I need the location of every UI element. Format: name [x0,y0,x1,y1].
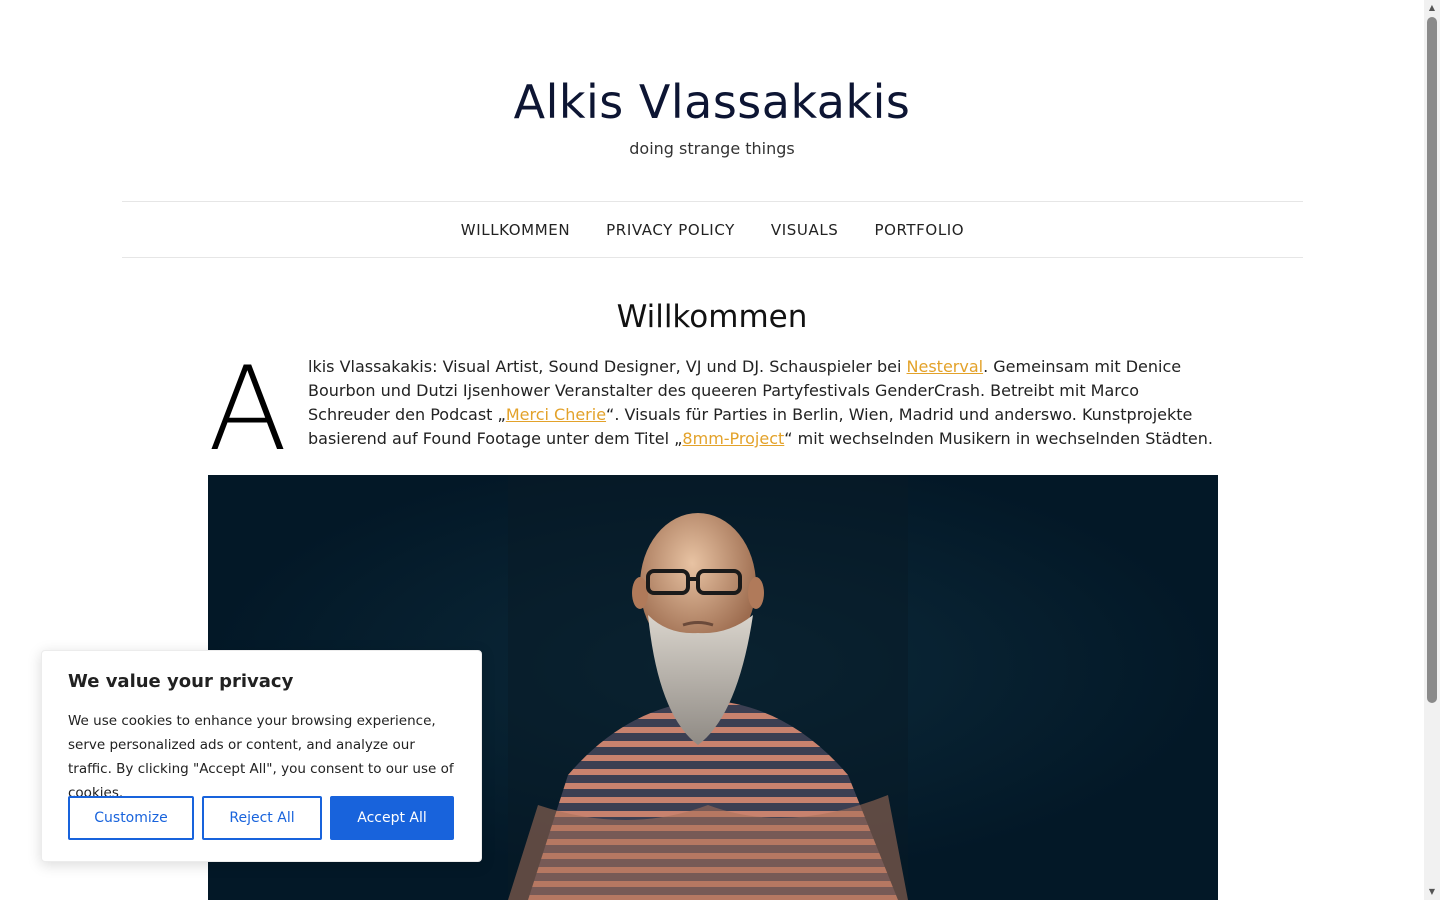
entry-paragraph: lkis Vlassakakis: Visual Artist, Sound D… [308,355,1220,451]
accept-all-button[interactable]: Accept All [330,796,454,840]
link-8mm-project[interactable]: 8mm-Project [682,429,784,448]
scrollbar-thumb[interactable] [1427,17,1437,703]
main-navigation: WILLKOMMEN PRIVACY POLICY VISUALS PORTFO… [122,201,1303,258]
cookie-consent-banner: We value your privacy We use cookies to … [41,650,482,862]
site-title[interactable]: Alkis Vlassakakis [0,72,1424,132]
scroll-up-arrow-icon[interactable]: ▲ [1424,0,1440,16]
nav-item-portfolio[interactable]: PORTFOLIO [856,221,982,239]
dropcap-letter: A [208,342,288,477]
page: Alkis Vlassakakis doing strange things W… [0,0,1440,900]
scroll-down-arrow-icon[interactable]: ▼ [1424,884,1440,900]
nav-item-visuals[interactable]: VISUALS [753,221,857,239]
link-nesterval[interactable]: Nesterval [907,357,984,376]
nav-item-privacy-policy[interactable]: PRIVACY POLICY [588,221,753,239]
cookie-title: We value your privacy [68,671,294,692]
nav-item-willkommen[interactable]: WILLKOMMEN [443,221,588,239]
entry-text-part: lkis Vlassakakis: Visual Artist, Sound D… [308,357,907,376]
cookie-description: We use cookies to enhance your browsing … [68,713,454,801]
link-merci-cherie[interactable]: Merci Cherie [506,405,606,424]
entry-title: Willkommen [616,299,808,335]
reject-all-button[interactable]: Reject All [202,796,322,840]
page-scrollbar[interactable]: ▲ ▼ [1424,0,1440,900]
entry-text-part: “ mit wechselnden Musikern in wechselnde… [784,429,1213,448]
customize-button[interactable]: Customize [68,796,194,840]
site-tagline: doing strange things [629,139,795,158]
